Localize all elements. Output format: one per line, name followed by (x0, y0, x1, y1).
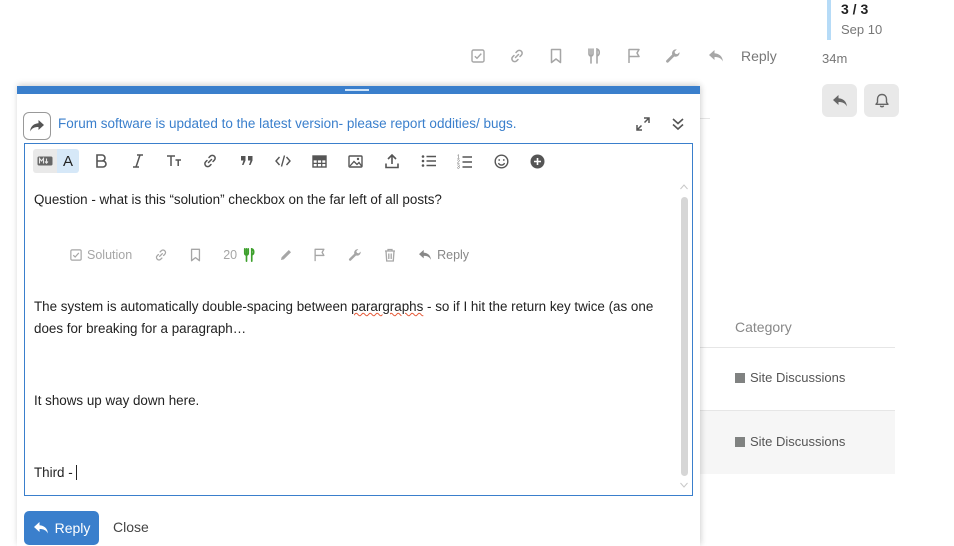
numbered-list-icon[interactable]: 123 (447, 149, 483, 173)
close-composer-link[interactable]: Close (113, 519, 149, 535)
content-line: Third - (34, 462, 674, 484)
wrench-icon (348, 243, 362, 267)
category-badge[interactable]: Site Discussions (735, 434, 845, 449)
reply-arrow-icon (832, 94, 847, 106)
misspelled-word: parargraphs (351, 299, 424, 314)
code-icon[interactable] (265, 149, 301, 173)
flag-icon (313, 243, 326, 267)
timeline-scroller[interactable] (827, 0, 831, 40)
link-icon[interactable] (497, 44, 536, 68)
last-post-ago: 34m (822, 51, 848, 66)
content-paragraph: The system is automatically double-spaci… (34, 296, 674, 340)
composer-topic-title[interactable]: Forum software is updated to the latest … (58, 116, 517, 131)
category-column-header[interactable]: Category (735, 319, 792, 335)
add-more-icon[interactable] (520, 149, 556, 173)
blank-lines (34, 340, 674, 390)
table-icon[interactable] (301, 149, 337, 173)
timeline-count: 3 / 3 (841, 1, 869, 17)
reply-button-label: Reply (54, 520, 91, 536)
timeline-reply-button[interactable] (822, 84, 857, 117)
rich-text-mode-icon[interactable]: A (57, 149, 79, 173)
blank-lines (34, 412, 674, 462)
timeline-date: Sep 10 (841, 22, 883, 37)
like-count: 20 (223, 248, 238, 262)
editor-toolbar: A 1 2 3 (25, 144, 692, 178)
upload-icon[interactable] (374, 149, 410, 173)
fork-knife-icon (244, 248, 255, 262)
pencil-icon (279, 243, 293, 267)
embedded-solution: Solution (70, 243, 132, 267)
fork-knife-icon[interactable] (575, 44, 614, 68)
editor-scrollbar[interactable] (681, 197, 688, 476)
notifications-button[interactable] (864, 84, 899, 117)
divider (700, 118, 710, 119)
category-label: Site Discussions (750, 370, 846, 385)
flag-icon[interactable] (614, 44, 653, 68)
markdown-mode-icon[interactable] (33, 149, 57, 173)
bookmark-icon[interactable] (536, 44, 575, 68)
editor-content[interactable]: Question - what is this “solution” check… (34, 189, 674, 484)
post-reply-label: Reply (741, 48, 777, 64)
reply-arrow-icon (419, 249, 432, 260)
embedded-reply: Reply (418, 243, 469, 267)
solution-checkbox-icon[interactable] (458, 44, 497, 68)
fullscreen-icon[interactable] (634, 115, 652, 133)
trash-icon (384, 243, 396, 267)
link-icon (154, 243, 168, 267)
collapse-composer-icon[interactable] (669, 115, 687, 133)
solution-checkbox-icon (70, 249, 82, 261)
svg-text:3: 3 (457, 164, 460, 169)
reply-submit-button[interactable]: Reply (24, 511, 99, 545)
bold-icon[interactable] (83, 149, 119, 173)
text-caret (75, 465, 77, 480)
content-line: It shows up way down here. (34, 393, 200, 408)
content-line: Question - what is this “solution” check… (34, 192, 442, 207)
editor-area[interactable]: A 1 2 3 Question - what is this “solutio… (24, 143, 693, 496)
reply-arrow-icon (696, 44, 735, 68)
heading-icon[interactable] (156, 149, 192, 173)
bookmark-icon (190, 243, 201, 267)
post-reply-button[interactable]: Reply (696, 44, 777, 68)
image-icon[interactable] (338, 149, 374, 173)
bell-icon (874, 93, 889, 108)
reply-composer: Forum software is updated to the latest … (17, 86, 700, 546)
wrench-icon[interactable] (653, 44, 692, 68)
content-text: The system is automatically double-spaci… (34, 299, 352, 314)
category-color-square (735, 372, 745, 383)
composer-resize-grip[interactable] (345, 89, 369, 91)
link-icon[interactable] (192, 149, 228, 173)
reply-arrow-icon (33, 522, 48, 534)
italic-icon[interactable] (119, 149, 155, 173)
post-actions: Reply (458, 44, 777, 68)
table-divider (700, 347, 895, 348)
embedded-reply-label: Reply (437, 248, 470, 262)
category-label: Site Discussions (750, 434, 846, 449)
content-text: Third - (34, 465, 73, 480)
editor-mode-toggle[interactable]: A (33, 149, 79, 173)
embedded-post-actions: Solution 20 Reply (70, 243, 469, 267)
reply-to-topic-icon[interactable] (23, 112, 51, 140)
scroll-down-icon[interactable] (680, 482, 688, 488)
embedded-solution-label: Solution (87, 248, 133, 262)
category-color-square (735, 436, 745, 447)
bullet-list-icon[interactable] (411, 149, 447, 173)
quote-icon[interactable] (229, 149, 265, 173)
emoji-icon[interactable] (483, 149, 519, 173)
embedded-like: 20 (223, 243, 257, 267)
category-badge[interactable]: Site Discussions (735, 370, 845, 385)
scroll-up-icon[interactable] (680, 184, 688, 190)
